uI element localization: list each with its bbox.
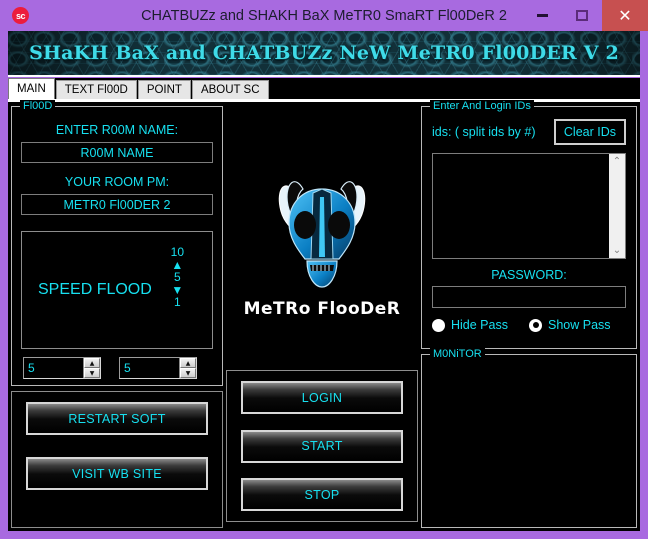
maximize-icon: [576, 10, 588, 21]
password-input[interactable]: [432, 286, 626, 308]
spinner-row: 5 ▲ ▼ 5 ▲ ▼: [21, 357, 213, 379]
minimize-button[interactable]: [522, 0, 562, 31]
speed-flood-label: SPEED FLOOD: [38, 281, 152, 298]
tab-point[interactable]: POINT: [137, 80, 191, 99]
spinner-down-icon[interactable]: ▼: [84, 368, 100, 378]
speed-panel: SPEED FLOOD 10 ▲ 5 ▼ 1: [21, 231, 213, 349]
metro-flooder-skull-logo: [278, 181, 366, 288]
banner-title: SHaKH BaX and CHATBUZz NeW MeTR0 Fl00DER…: [29, 42, 619, 64]
ids-header-row: ids: ( split ids by #) Clear IDs: [432, 119, 626, 145]
speed-spinner-right-value[interactable]: 5: [120, 358, 179, 378]
scroll-up-icon[interactable]: ⌃: [613, 154, 621, 169]
header-banner: SHaKH BaX and CHATBUZz NeW MeTR0 Fl00DER…: [8, 31, 640, 77]
left-buttons-panel: RESTART SOFT VISIT WB SITE: [11, 391, 223, 528]
restart-soft-button[interactable]: RESTART SOFT: [26, 402, 208, 435]
password-label: PASSWORD:: [491, 268, 567, 282]
flood-group-legend: Fl00D: [20, 100, 56, 112]
speed-trackbar[interactable]: 10 ▲ 5 ▼ 1: [171, 246, 184, 309]
start-button[interactable]: START: [241, 429, 403, 463]
speed-spinner-left-value[interactable]: 5: [24, 358, 83, 378]
room-pm-input[interactable]: METR0 Fl00DER 2: [21, 194, 213, 215]
speed-spinner-left[interactable]: 5 ▲ ▼: [23, 357, 101, 379]
spinner-down-icon[interactable]: ▼: [180, 368, 196, 378]
tab-main[interactable]: MAIN: [8, 78, 55, 99]
login-ids-group: Enter And Login IDs ids: ( split ids by …: [421, 100, 637, 349]
window-controls: ✕: [522, 0, 648, 31]
minimize-icon: [536, 14, 548, 17]
radio-selected-icon: [529, 318, 542, 332]
center-buttons-panel: LOGIN START STOP: [226, 370, 418, 522]
speed-spinner-left-buttons: ▲ ▼: [83, 358, 100, 378]
hide-pass-radio[interactable]: Hide Pass: [432, 318, 529, 332]
flood-group: Fl00D ENTER R00M NAME: R00M NAME YOUR RO…: [11, 100, 223, 386]
clear-ids-button[interactable]: Clear IDs: [553, 119, 626, 145]
ids-hint-label: ids: ( split ids by #): [432, 125, 536, 139]
stop-button[interactable]: STOP: [241, 478, 403, 511]
tab-strip: MAIN TEXT Fl00D POINT ABOUT SC: [8, 78, 640, 100]
main-content: Fl00D ENTER R00M NAME: R00M NAME YOUR RO…: [8, 100, 640, 531]
room-name-label: ENTER R00M NAME:: [55, 123, 179, 137]
center-column: MeTRo FlooDeR LOGIN START STOP: [226, 106, 418, 528]
password-visibility-radio-group: Hide Pass Show Pass: [432, 318, 626, 332]
left-column: Fl00D ENTER R00M NAME: R00M NAME YOUR RO…: [11, 100, 223, 528]
right-column: Enter And Login IDs ids: ( split ids by …: [421, 100, 637, 528]
app-icon: sc: [12, 7, 29, 24]
tab-text-flood[interactable]: TEXT Fl00D: [55, 80, 137, 99]
monitor-legend: M0NiTOR: [430, 348, 485, 360]
monitor-group: M0NiTOR: [421, 348, 637, 528]
ids-textarea-content[interactable]: [433, 154, 609, 258]
radio-unselected-icon: [432, 318, 445, 332]
show-pass-radio[interactable]: Show Pass: [529, 318, 611, 332]
ids-textarea[interactable]: ⌃ ⌄: [432, 153, 626, 259]
maximize-button[interactable]: [562, 0, 602, 31]
ids-scrollbar[interactable]: ⌃ ⌄: [609, 154, 625, 258]
application-window: sc CHATBUZz and SHAKH BaX MeTR0 SmaRT Fl…: [0, 0, 648, 539]
tab-about-sc[interactable]: ABOUT SC: [191, 80, 269, 99]
login-button[interactable]: LOGIN: [241, 381, 403, 414]
close-button[interactable]: ✕: [602, 0, 648, 31]
title-bar: sc CHATBUZz and SHAKH BaX MeTR0 SmaRT Fl…: [0, 0, 648, 31]
visit-wb-site-button[interactable]: VISIT WB SITE: [26, 457, 208, 490]
speed-spinner-right-buttons: ▲ ▼: [179, 358, 196, 378]
logo-caption: MeTRo FlooDeR: [243, 299, 401, 319]
room-name-input[interactable]: R00M NAME: [21, 142, 213, 163]
spinner-up-icon[interactable]: ▲: [84, 358, 100, 368]
spinner-up-icon[interactable]: ▲: [180, 358, 196, 368]
monitor-output[interactable]: [432, 365, 626, 517]
scroll-down-icon[interactable]: ⌄: [613, 243, 621, 258]
trackbar-min-label: 1: [173, 295, 181, 309]
logo-area: MeTRo FlooDeR: [226, 106, 418, 370]
hide-pass-label: Hide Pass: [451, 318, 508, 332]
room-pm-label: YOUR ROOM PM:: [64, 175, 170, 189]
show-pass-label: Show Pass: [548, 318, 611, 332]
login-ids-legend: Enter And Login IDs: [430, 100, 534, 112]
speed-spinner-right[interactable]: 5 ▲ ▼: [119, 357, 197, 379]
